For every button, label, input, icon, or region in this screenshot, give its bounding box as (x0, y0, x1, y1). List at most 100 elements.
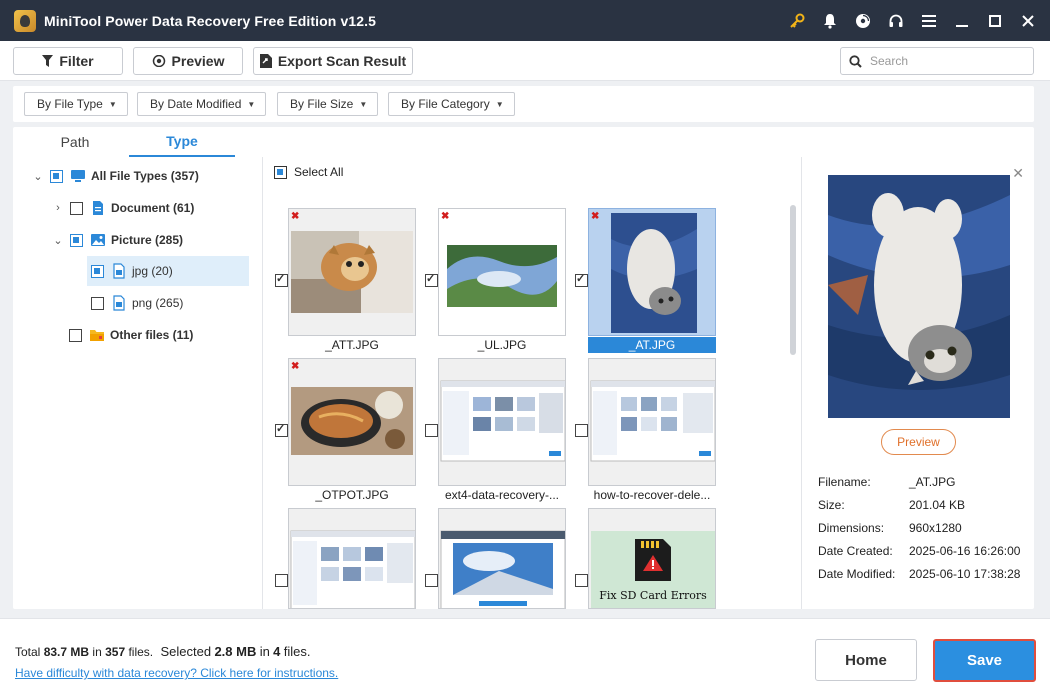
deleted-marker-icon: ✖ (291, 211, 300, 222)
key-icon[interactable] (780, 0, 813, 41)
selected-files: 4 (273, 644, 281, 659)
tree-checkbox[interactable] (50, 169, 63, 183)
tree-checkbox[interactable] (91, 296, 104, 310)
bell-icon[interactable] (813, 0, 846, 41)
tree-label: jpg (20) (132, 264, 173, 278)
file-thumbnail[interactable] (288, 508, 416, 609)
preview-button[interactable]: Preview (133, 47, 243, 75)
meta-key: Size: (818, 498, 845, 512)
tree-checkbox[interactable] (69, 328, 82, 342)
file-grid: Select All ✖ _ATT.JPG ✖ (266, 157, 799, 609)
total-size: 83.7 MB (43, 645, 90, 659)
preview-pane: ✕ Preview Filename: _AT.JPG Size: 201.04 K… (801, 157, 1034, 609)
document-icon (93, 201, 103, 215)
close-icon[interactable] (1011, 0, 1044, 41)
file-thumbnail[interactable]: Fix SD Card Errors (588, 508, 716, 609)
filter-button[interactable]: Filter (13, 47, 123, 75)
file-thumbnail[interactable]: ✖ (438, 208, 566, 336)
file-thumbnail[interactable] (438, 508, 566, 609)
select-all[interactable]: Select All (274, 165, 343, 179)
total-files: 357 (105, 645, 126, 659)
file-thumbnail[interactable]: ✖ (288, 208, 416, 336)
select-all-checkbox[interactable] (274, 165, 287, 179)
chevron-right-icon[interactable]: › (51, 202, 65, 214)
tile-checkbox[interactable] (575, 424, 588, 437)
tree-checkbox[interactable] (70, 201, 83, 215)
png-file-icon (113, 295, 125, 311)
selected-files-suffix: files. (283, 644, 311, 659)
tree-checkbox[interactable] (91, 264, 104, 278)
file-thumbnail[interactable] (588, 358, 716, 486)
app-title: MiniTool Power Data Recovery Free Editio… (44, 12, 376, 29)
meta-value: 201.04 KB (909, 498, 966, 512)
filter-label: By File Category (401, 97, 490, 111)
cat-on-rug-thumbnail (611, 213, 697, 333)
filter-by-date-modified[interactable]: By Date Modified ▼ (137, 92, 267, 116)
tab-type[interactable]: Type (129, 127, 235, 157)
home-button[interactable]: Home (815, 639, 917, 681)
funnel-icon (42, 55, 54, 67)
meta-key: Date Created: (818, 544, 893, 558)
file-name: _UL.JPG (477, 338, 527, 352)
tree-item-all-file-types[interactable]: ⌄ All File Types (357) (31, 161, 199, 191)
file-name: how-to-recover-dele... (593, 488, 711, 502)
thumbnail-caption: Fix SD Card Errors (599, 589, 707, 602)
meta-key: Date Modified: (818, 567, 896, 581)
landscape-photo-thumbnail (447, 245, 557, 307)
tree-item-png[interactable]: png (265) (87, 288, 183, 318)
tree-label: All File Types (357) (91, 169, 199, 183)
chevron-down-icon[interactable]: ⌄ (31, 170, 45, 183)
filter-by-file-size[interactable]: By File Size ▼ (277, 92, 379, 116)
tile-checkbox[interactable] (275, 272, 288, 287)
filter-label: By File Type (37, 97, 103, 111)
folder-icon (90, 330, 104, 341)
filter-by-file-category[interactable]: By File Category ▼ (388, 92, 515, 116)
meta-value: 2025-06-10 17:38:28 (909, 567, 1021, 581)
headset-icon[interactable] (879, 0, 912, 41)
minimize-icon[interactable] (945, 0, 978, 41)
disc-icon[interactable] (846, 0, 879, 41)
chevron-down-icon: ▼ (247, 99, 256, 109)
search-box[interactable] (840, 47, 1034, 75)
close-preview-icon[interactable]: ✕ (1012, 165, 1024, 182)
selected-in: in (259, 644, 270, 659)
tile-checkbox[interactable] (275, 574, 288, 587)
tile-checkbox[interactable] (575, 574, 588, 587)
tile-checkbox[interactable] (425, 574, 438, 587)
tree-item-document[interactable]: › Document (61) (51, 193, 194, 223)
tree-item-picture[interactable]: ⌄ Picture (285) (51, 225, 183, 255)
export-scan-result-button[interactable]: Export Scan Result (253, 47, 413, 75)
search-input[interactable] (870, 54, 1020, 68)
filter-by-file-type[interactable]: By File Type ▼ (24, 92, 128, 116)
preview-file-button[interactable]: Preview (881, 429, 956, 455)
file-name: _AT.JPG (588, 337, 716, 353)
tree-item-jpg[interactable]: jpg (20) (87, 256, 249, 286)
tile-checkbox[interactable] (575, 272, 588, 287)
tile-checkbox[interactable] (275, 422, 288, 437)
menu-icon[interactable] (912, 0, 945, 41)
grid-scrollbar[interactable] (790, 205, 796, 355)
meta-key: Dimensions: (818, 521, 885, 535)
tree-item-other-files[interactable]: Other files (11) (69, 320, 193, 350)
chevron-down-icon: ▼ (359, 99, 368, 109)
total-prefix: Total (15, 645, 41, 659)
sky-screenshot-thumbnail (440, 530, 565, 608)
tree-checkbox[interactable] (70, 233, 83, 247)
file-thumbnail[interactable]: ✖ (588, 208, 716, 336)
file-thumbnail[interactable] (438, 358, 566, 486)
file-thumbnail[interactable]: ✖ (288, 358, 416, 486)
tile-checkbox[interactable] (425, 424, 438, 437)
meta-value: 960x1280 (909, 521, 962, 535)
tab-path[interactable]: Path (22, 127, 128, 157)
meta-date-modified: Date Modified: 2025-06-10 17:38:28 (818, 566, 1020, 582)
chevron-down-icon[interactable]: ⌄ (51, 234, 65, 247)
maximize-icon[interactable] (978, 0, 1011, 41)
view-tabs: Path Type (13, 127, 263, 157)
help-link[interactable]: Have difficulty with data recovery? Clic… (15, 666, 338, 680)
meta-dimensions: Dimensions: 960x1280 (818, 520, 962, 536)
filter-button-label: Filter (59, 53, 94, 69)
tile-checkbox[interactable] (425, 272, 438, 287)
deleted-marker-icon: ✖ (291, 361, 300, 372)
tree-label: Picture (285) (111, 233, 184, 247)
save-button[interactable]: Save (933, 639, 1036, 682)
